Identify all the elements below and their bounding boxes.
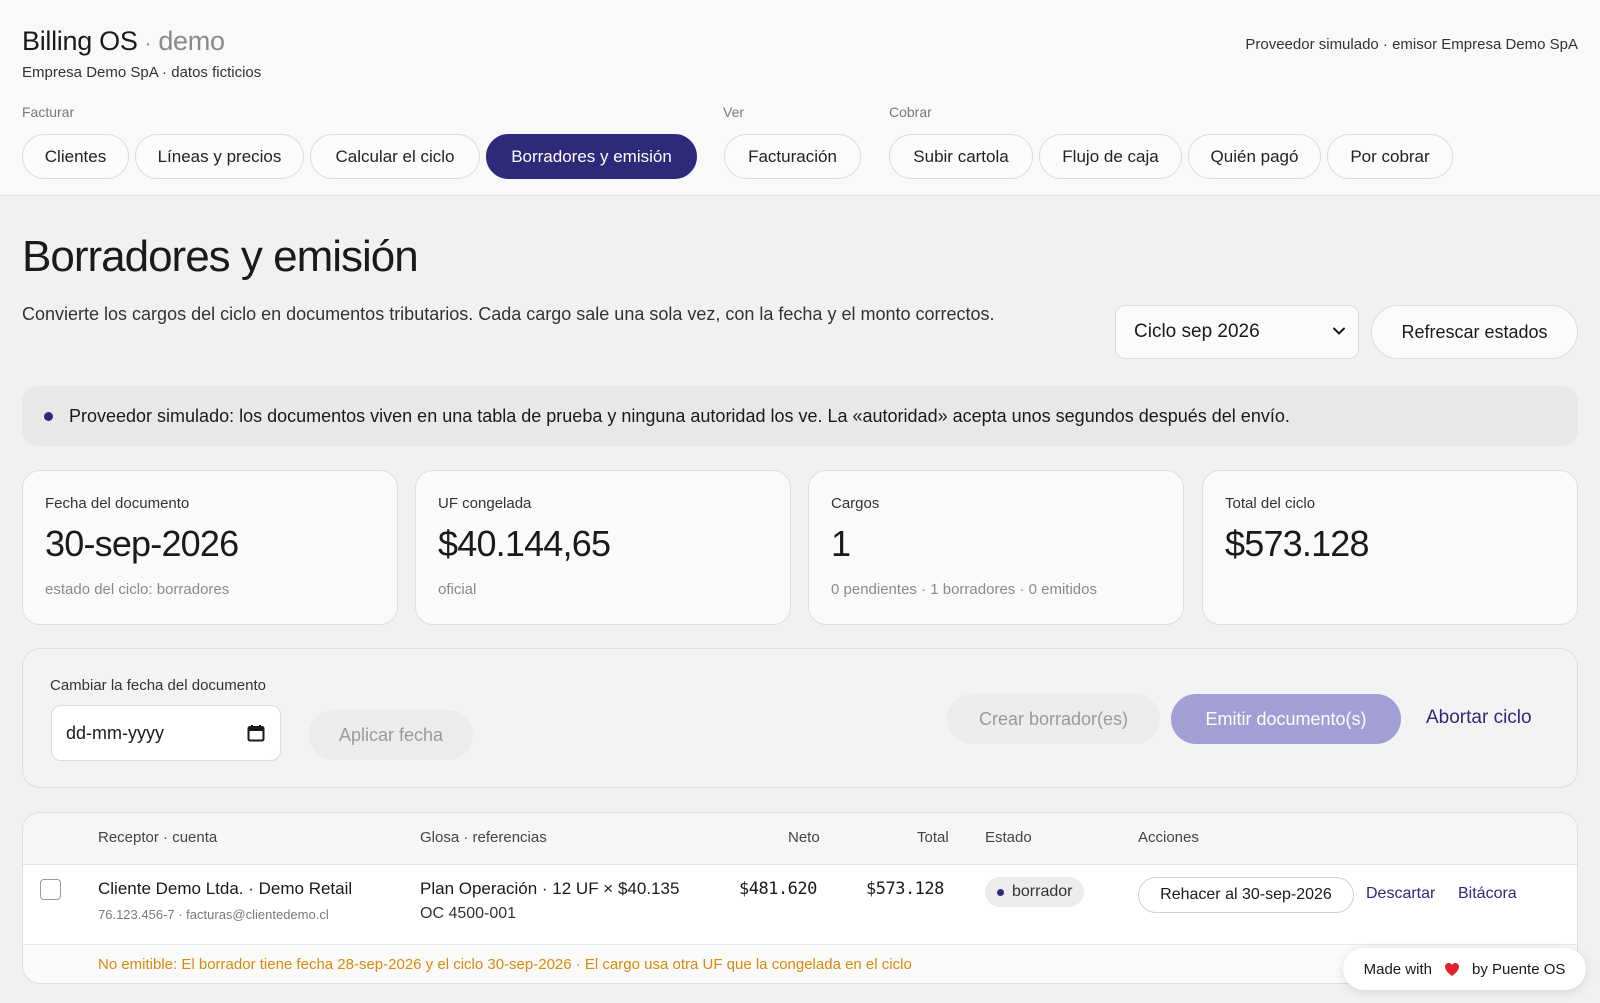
column-header-acciones: Acciones xyxy=(1138,829,1199,846)
glosa-reference: OC 4500-001 xyxy=(420,905,517,922)
receptor-details: 76.123.456-7 · facturas@clientedemo.cl xyxy=(98,907,329,922)
brand-separator: · xyxy=(144,33,152,55)
chevron-down-icon xyxy=(1333,327,1345,335)
table-header: Receptor · cuenta Glosa · referencias Ne… xyxy=(23,813,1577,865)
provider-notice: Proveedor simulado: los documentos viven… xyxy=(22,386,1578,446)
column-header-total: Total xyxy=(917,829,949,846)
apply-date-button[interactable]: Aplicar fecha xyxy=(309,710,473,760)
table-row: Cliente Demo Ltda. · Demo Retail 76.123.… xyxy=(23,865,1577,945)
column-header-receptor: Receptor · cuenta xyxy=(98,829,218,846)
date-actions-panel: Cambiar la fecha del documento dd-mm-yyy… xyxy=(22,648,1578,788)
nav-quien-pago[interactable]: Quién pagó xyxy=(1188,134,1321,179)
page-description: Convierte los cargos del ciclo en docume… xyxy=(22,304,995,324)
made-with-badge[interactable]: Made with by Puente OS xyxy=(1343,948,1586,990)
nav-group-cobrar: Cobrar xyxy=(889,104,932,120)
nav-group-ver: Ver xyxy=(723,104,745,120)
document-date-input[interactable]: dd-mm-yyyy xyxy=(51,705,281,761)
nav-group-facturar: Facturar xyxy=(22,104,75,120)
stat-card-fecha: Fecha del documento 30-sep-2026 estado d… xyxy=(22,470,398,625)
nav-clientes[interactable]: Clientes xyxy=(22,134,129,179)
nav-por-cobrar[interactable]: Por cobrar xyxy=(1327,134,1453,179)
company-subtitle: Empresa Demo SpA · datos ficticios xyxy=(22,64,262,81)
stat-card-uf: UF congelada $40.144,65 oficial xyxy=(415,470,791,625)
refresh-status-button[interactable]: Refrescar estados xyxy=(1371,305,1578,359)
stat-value: 30-sep-2026 xyxy=(45,523,239,564)
neto-value: $481.620 xyxy=(739,879,817,899)
nav-calcular-ciclo[interactable]: Calcular el ciclo xyxy=(310,134,480,179)
column-header-glosa: Glosa · referencias xyxy=(420,829,547,846)
made-by-label: by Puente OS xyxy=(1471,960,1566,978)
calendar-icon[interactable] xyxy=(246,723,266,743)
page-title: Borradores y emisión xyxy=(22,232,419,281)
brand-demo-label: demo xyxy=(158,26,225,56)
bullet-dot-icon xyxy=(44,411,53,421)
app-header: Billing OS · demo Empresa Demo SpA · dat… xyxy=(0,0,1600,196)
emit-documents-button[interactable]: Emitir documento(s) xyxy=(1171,694,1401,744)
nav-subir-cartola[interactable]: Subir cartola xyxy=(889,134,1033,179)
stat-card-cargos: Cargos 1 0 pendientes · 1 borradores · 0… xyxy=(808,470,1184,625)
cycle-select-value: Ciclo sep 2026 xyxy=(1134,321,1260,342)
glosa-text: Plan Operación · 12 UF × $40.135 xyxy=(420,879,680,898)
made-with-label: Made with xyxy=(1363,960,1432,978)
date-change-label: Cambiar la fecha del documento xyxy=(50,677,266,694)
column-header-estado: Estado xyxy=(985,829,1032,846)
total-value: $573.128 xyxy=(866,879,944,899)
stat-label: UF congelada xyxy=(438,495,532,512)
redo-date-button[interactable]: Rehacer al 30-sep-2026 xyxy=(1138,877,1354,913)
stat-label: Total del ciclo xyxy=(1225,495,1316,512)
stat-value: 1 xyxy=(831,523,851,564)
abort-cycle-link[interactable]: Abortar ciclo xyxy=(1426,707,1532,729)
discard-link[interactable]: Descartar xyxy=(1366,885,1435,903)
provider-notice-text: Proveedor simulado: los documentos viven… xyxy=(69,405,1290,426)
nav-facturacion[interactable]: Facturación xyxy=(724,134,861,179)
create-drafts-button[interactable]: Crear borrador(es) xyxy=(947,694,1160,744)
status-badge-label: borrador xyxy=(1012,883,1073,900)
status-dot-icon xyxy=(997,888,1004,896)
log-link[interactable]: Bitácora xyxy=(1458,885,1517,903)
receptor-name: Cliente Demo Ltda. · Demo Retail xyxy=(98,879,353,898)
column-header-neto: Neto xyxy=(788,829,820,846)
stat-value: $573.128 xyxy=(1225,523,1370,564)
heart-icon xyxy=(1444,962,1460,977)
row-checkbox[interactable] xyxy=(40,879,61,900)
brand: Billing OS · demo xyxy=(22,26,225,57)
stat-sub: 0 pendientes · 1 borradores · 0 emitidos xyxy=(831,581,1097,598)
stat-sub: estado del ciclo: borradores xyxy=(45,581,230,598)
date-input-placeholder: dd-mm-yyyy xyxy=(66,722,164,743)
cycle-select[interactable]: Ciclo sep 2026 xyxy=(1115,305,1359,359)
not-emittable-warning: No emitible: El borrador tiene fecha 28-… xyxy=(98,955,912,973)
stat-sub: oficial xyxy=(438,581,477,598)
stat-value: $40.144,65 xyxy=(438,523,611,564)
stat-label: Fecha del documento xyxy=(45,495,190,512)
stat-label: Cargos xyxy=(831,495,880,512)
brand-name: Billing OS xyxy=(22,26,138,56)
provider-note: Proveedor simulado · emisor Empresa Demo… xyxy=(1245,36,1578,53)
stat-card-total: Total del ciclo $573.128 xyxy=(1202,470,1578,625)
nav-flujo-caja[interactable]: Flujo de caja xyxy=(1039,134,1182,179)
status-badge: borrador xyxy=(985,877,1085,907)
nav-borradores-emision[interactable]: Borradores y emisión xyxy=(486,134,697,179)
nav-lineas-precios[interactable]: Líneas y precios xyxy=(135,134,304,179)
